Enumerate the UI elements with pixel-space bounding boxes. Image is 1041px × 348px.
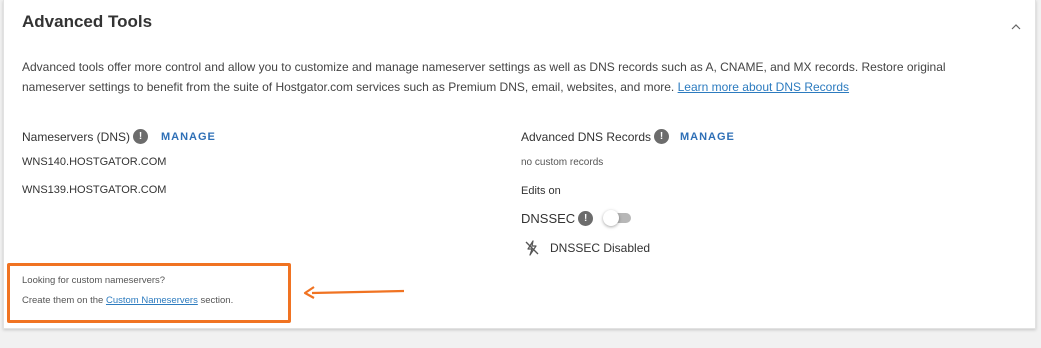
dns-records-info-icon[interactable]: !	[654, 129, 670, 144]
toggle-knob	[603, 210, 620, 226]
dnssec-status: DNSSEC Disabled	[524, 240, 650, 256]
edits-status: Edits on	[521, 185, 561, 197]
nameserver-item: WNS140.HOSTGATOR.COM	[22, 156, 167, 168]
dns-records-label: Advanced DNS Records	[521, 129, 652, 144]
chevron-up-icon[interactable]	[1011, 22, 1021, 32]
custom-nameservers-link[interactable]: Custom Nameservers	[106, 295, 198, 306]
dnssec-info-icon[interactable]: !	[578, 210, 594, 226]
nameservers-heading: Nameservers (DNS) !	[22, 129, 149, 144]
custom-ns-question: Looking for custom nameservers?	[22, 275, 166, 286]
dnssec-label: DNSSEC	[521, 210, 576, 226]
dns-records-status: no custom records	[521, 157, 604, 168]
lightning-off-icon	[525, 240, 539, 256]
custom-ns-prefix: Create them on the	[22, 295, 106, 306]
custom-nameservers-callout: Looking for custom nameservers? Create t…	[7, 263, 291, 323]
custom-ns-instruction: Create them on the Custom Nameservers se…	[22, 295, 233, 306]
manage-dns-records-button[interactable]: MANAGE	[680, 131, 735, 143]
panel-description: Advanced tools offer more control and al…	[22, 57, 1007, 97]
dns-records-heading: Advanced DNS Records !	[521, 129, 670, 144]
nameservers-info-icon[interactable]: !	[133, 129, 149, 144]
annotation-arrow-icon	[303, 286, 405, 299]
dnssec-status-text: DNSSEC Disabled	[550, 241, 651, 255]
nameservers-label: Nameservers (DNS)	[22, 129, 131, 144]
nameserver-item: WNS139.HOSTGATOR.COM	[22, 184, 167, 196]
learn-more-dns-link[interactable]: Learn more about DNS Records	[678, 80, 849, 94]
dnssec-toggle[interactable]	[603, 210, 632, 226]
manage-nameservers-button[interactable]: MANAGE	[161, 131, 216, 143]
dnssec-row: DNSSEC !	[521, 210, 632, 226]
panel-title: Advanced Tools	[22, 12, 153, 31]
custom-ns-suffix: section.	[197, 295, 234, 306]
